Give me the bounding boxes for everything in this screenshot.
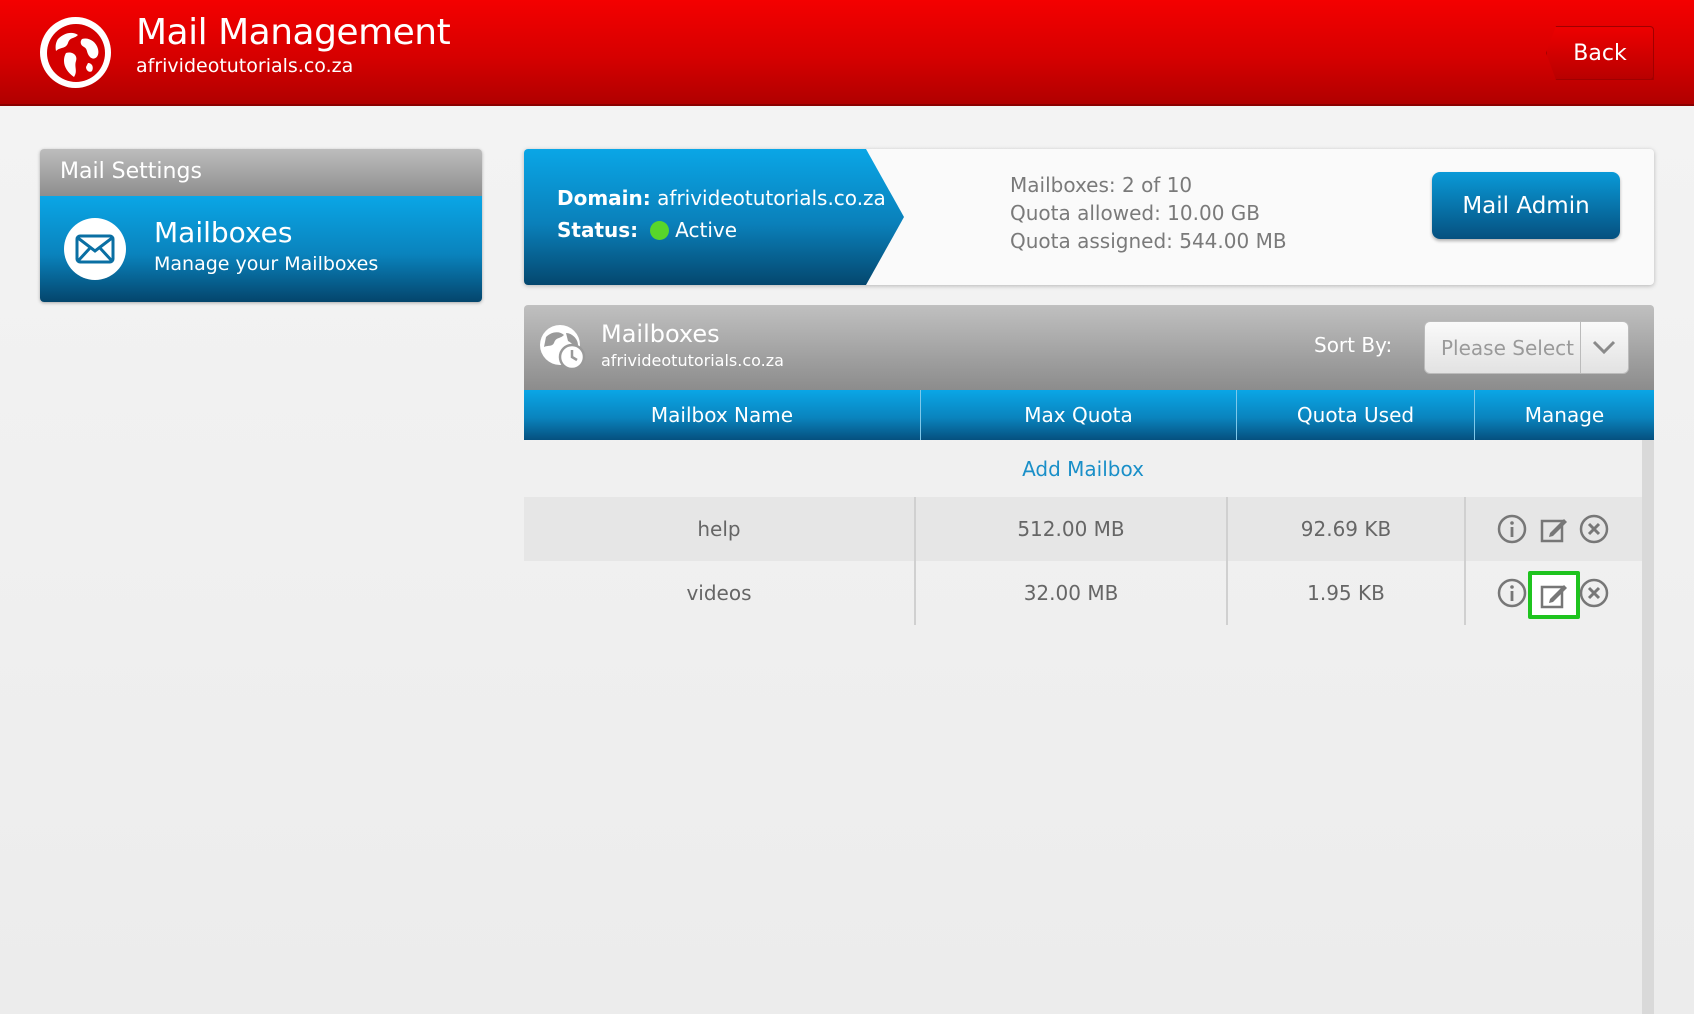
domain-value: afrivideotutorials.co.za [657,186,886,210]
app-subtitle: afrivideotutorials.co.za [136,55,354,77]
mail-settings-panel: Mail Settings Mailboxes Manage your Mail… [40,149,482,302]
column-header-max-quota[interactable]: Max Quota [921,390,1236,440]
edit-icon[interactable] [1538,513,1570,545]
mail-settings-heading: Mail Settings [40,149,482,196]
mail-admin-button[interactable]: Mail Admin [1432,172,1620,239]
table-scrollbar[interactable] [1642,440,1654,1014]
envelope-icon [64,218,126,280]
add-mailbox-row: Add Mailbox [524,440,1642,497]
status-value: Active [675,218,738,242]
sort-by-label: Sort By: [1314,333,1393,357]
mailbox-name-cell: videos [686,581,752,605]
quota-used-cell: 92.69 KB [1300,517,1392,541]
edit-button-inner [1532,575,1576,615]
mailboxes-panel-title: Mailboxes [601,320,720,348]
delete-icon[interactable] [1578,577,1610,609]
table-row: help 512.00 MB 92.69 KB [524,497,1642,561]
select-divider [1580,322,1581,373]
info-icon[interactable] [1496,513,1528,545]
sidebar-item-subtitle: Manage your Mailboxes [154,253,379,275]
max-quota-cell: 32.00 MB [1023,581,1119,605]
mailboxes-panel-header: Mailboxes afrivideotutorials.co.za Sort … [524,305,1654,390]
quota-allowed: Quota allowed: 10.00 GB [1010,201,1260,225]
sidebar-item-mailboxes[interactable]: Mailboxes Manage your Mailboxes [40,196,482,302]
column-header-mailbox-name[interactable]: Mailbox Name [524,390,920,440]
domain-stats: Mailboxes: 2 of 10 Quota allowed: 10.00 … [1010,171,1287,255]
mailbox-count: Mailboxes: 2 of 10 [1010,173,1193,197]
mailbox-name-cell: help [697,517,741,541]
back-button[interactable]: Back [1546,26,1654,80]
domain-label: Domain: [557,186,651,210]
globe-icon [40,17,111,88]
column-header-quota-used[interactable]: Quota Used [1237,390,1474,440]
domain-status-banner: Domain: afrivideotutorials.co.za Status:… [524,149,904,285]
info-icon[interactable] [1496,577,1528,609]
edit-button-highlight[interactable] [1528,571,1580,619]
column-header-manage: Manage [1524,403,1605,427]
status-label: Status: [557,218,639,242]
quota-used-cell: 1.95 KB [1307,581,1385,605]
sort-by-value: Please Select [1441,336,1574,360]
globe-clock-icon [540,325,586,371]
app-title: Mail Management [136,12,451,53]
table-header: Mailbox Name Max Quota Quota Used Manage [524,390,1654,440]
domain-info-card: Domain: afrivideotutorials.co.za Status:… [524,149,1654,285]
mailboxes-table: Add Mailbox help 512.00 MB 92.69 KB vide… [524,440,1642,1014]
row-separator [1464,561,1466,625]
edit-icon [1540,585,1567,609]
sort-by-select[interactable]: Please Select [1424,321,1629,374]
mailboxes-panel-subtitle: afrivideotutorials.co.za [601,351,784,370]
top-header-bar: Mail Management afrivideotutorials.co.za… [0,0,1694,106]
sidebar-item-title: Mailboxes [154,216,293,249]
status-indicator-icon [650,221,670,240]
chevron-down-icon [1592,340,1616,355]
delete-icon[interactable] [1578,513,1610,545]
quota-assigned: Quota assigned: 544.00 MB [1010,229,1287,253]
row-separator [1464,497,1466,561]
table-row: videos 32.00 MB 1.95 KB [524,561,1642,625]
max-quota-cell: 512.00 MB [1017,517,1125,541]
add-mailbox-link[interactable]: Add Mailbox [1022,457,1144,481]
